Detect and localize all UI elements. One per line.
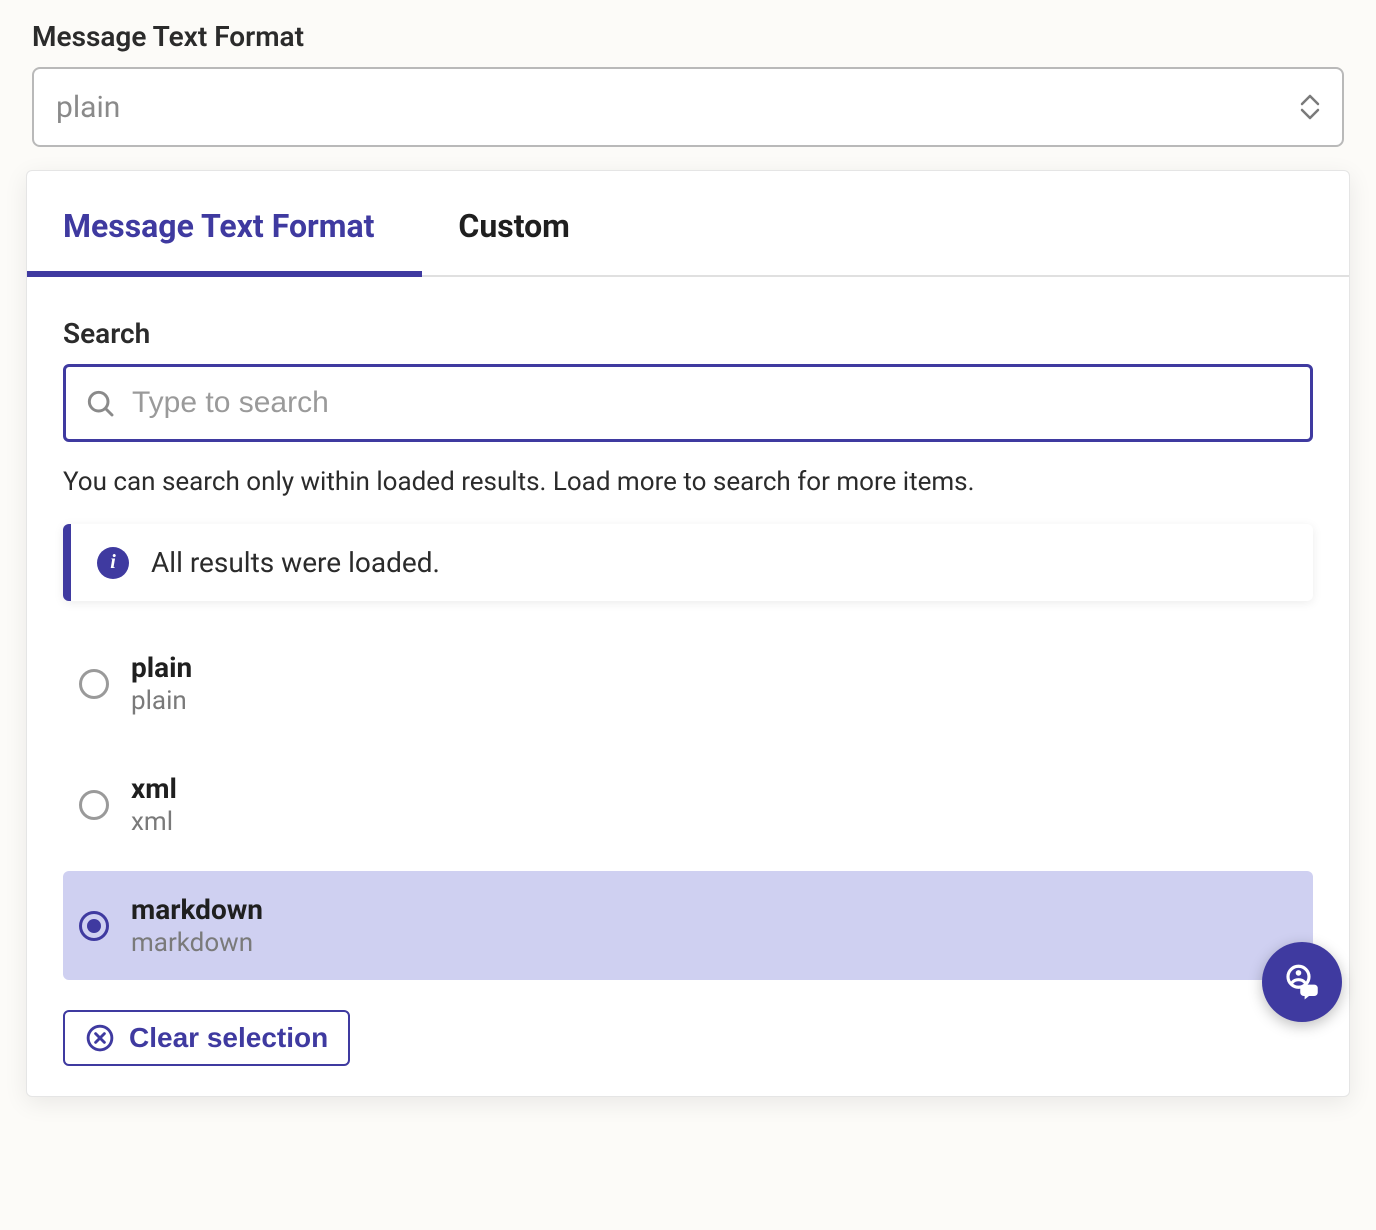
select-current-value: plain xyxy=(56,90,120,125)
options-list: plain plain xml xml markdown markdown xyxy=(63,629,1313,980)
tabs: Message Text Format Custom xyxy=(27,171,1349,277)
search-label: Search xyxy=(63,317,1313,350)
search-input-wrap[interactable] xyxy=(63,364,1313,442)
tab-custom[interactable]: Custom xyxy=(422,171,618,275)
info-banner-text: All results were loaded. xyxy=(151,546,440,579)
clear-selection-label: Clear selection xyxy=(129,1022,328,1054)
option-xml[interactable]: xml xml xyxy=(63,750,1313,859)
option-title: markdown xyxy=(131,893,263,926)
radio-icon xyxy=(79,790,109,820)
close-circle-icon xyxy=(85,1023,115,1053)
info-icon: i xyxy=(97,547,129,579)
chat-support-icon xyxy=(1281,961,1323,1003)
radio-icon xyxy=(79,669,109,699)
option-subtitle: xml xyxy=(131,807,177,837)
clear-selection-button[interactable]: Clear selection xyxy=(63,1010,350,1066)
help-chat-fab[interactable] xyxy=(1262,942,1342,1022)
search-input[interactable] xyxy=(132,386,1292,420)
option-markdown[interactable]: markdown markdown xyxy=(63,871,1313,980)
option-title: plain xyxy=(131,651,192,684)
dropdown-panel: Message Text Format Custom Search You ca… xyxy=(26,170,1350,1097)
option-plain[interactable]: plain plain xyxy=(63,629,1313,738)
option-title: xml xyxy=(131,772,177,805)
option-subtitle: plain xyxy=(131,686,192,716)
chevron-updown-icon xyxy=(1300,94,1320,120)
radio-icon xyxy=(79,911,109,941)
search-hint: You can search only within loaded result… xyxy=(63,464,1313,500)
tab-message-text-format[interactable]: Message Text Format xyxy=(27,171,422,275)
field-label: Message Text Format xyxy=(32,20,1376,53)
format-select[interactable]: plain xyxy=(32,67,1344,147)
info-banner: i All results were loaded. xyxy=(63,524,1313,601)
option-subtitle: markdown xyxy=(131,928,263,958)
search-icon xyxy=(84,387,116,419)
